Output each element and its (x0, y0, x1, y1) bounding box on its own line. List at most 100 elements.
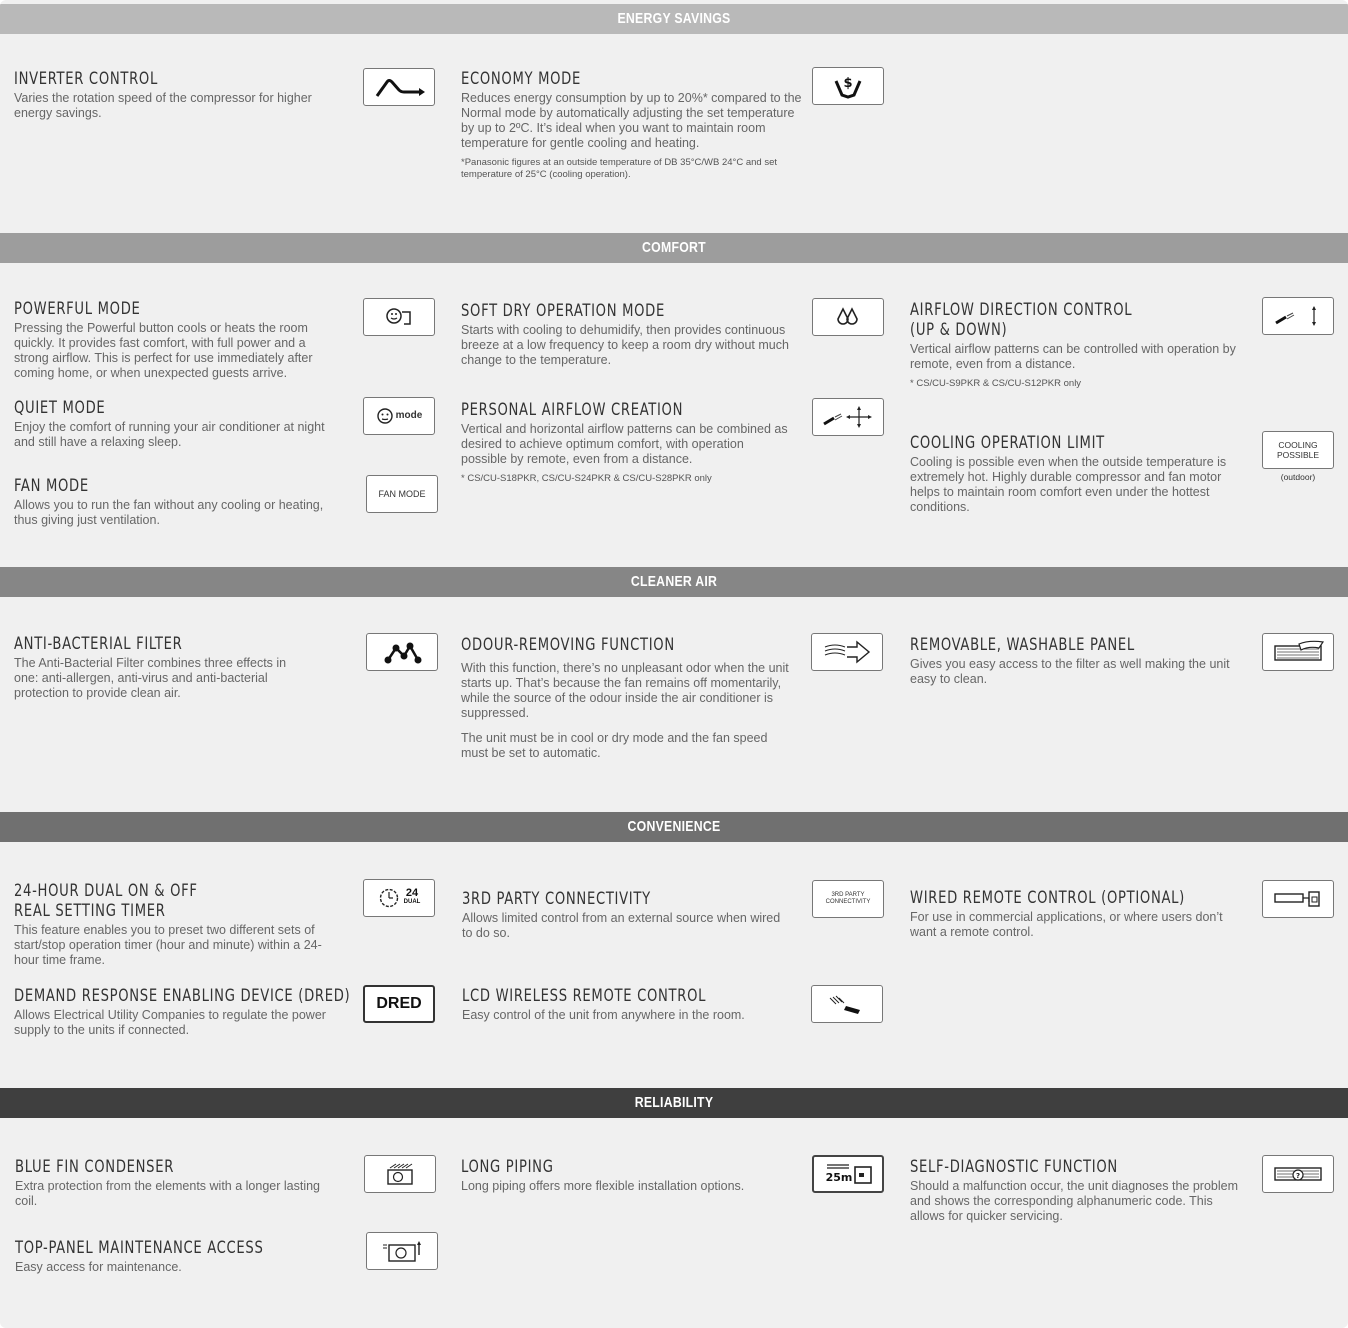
top-panel-icon (366, 1232, 438, 1270)
feature-inverter-control: INVERTER CONTROL Varies the rotation spe… (14, 69, 334, 121)
feature-24hour-timer: 24-HOUR DUAL ON & OFF REAL SETTING TIMER… (14, 881, 344, 968)
feature-title: DEMAND RESPONSE ENABLING DEVICE (DRED) (14, 986, 351, 1006)
droplets-icon (812, 298, 884, 336)
odour-arrow-icon (811, 633, 883, 671)
feature-soft-dry-mode: SOFT DRY OPERATION MODE Starts with cool… (461, 301, 791, 368)
feature-anti-bacterial-filter: ANTI-BACTERIAL FILTER The Anti-Bacterial… (14, 634, 304, 701)
feature-footnote: *Panasonic figures at an outside tempera… (461, 157, 777, 180)
feature-long-piping: LONG PIPING Long piping offers more flex… (461, 1157, 791, 1194)
svg-text:$: $ (843, 76, 852, 91)
feature-description: Reduces energy consumption by up to 20%*… (461, 91, 802, 150)
feature-title: ANTI-BACTERIAL FILTER (14, 634, 183, 654)
hand-dollar-icon: $ (812, 67, 884, 105)
feature-title: BLUE FIN CONDENSER (15, 1157, 175, 1177)
feature-airflow-direction: AIRFLOW DIRECTION CONTROL (UP & DOWN) Ve… (910, 300, 1240, 390)
feature-description: Extra protection from the elements with … (15, 1179, 321, 1208)
feature-dred: DEMAND RESPONSE ENABLING DEVICE (DRED) A… (14, 986, 354, 1038)
3rd-party-icon: 3RD PARTY CONNECTIVITY (812, 880, 884, 918)
feature-description: This feature enables you to preset two d… (14, 923, 322, 967)
feature-title: WIRED REMOTE CONTROL (OPTIONAL) (910, 888, 1185, 908)
quiet-mode-icon: mode (363, 397, 435, 435)
wireless-remote-icon (811, 985, 883, 1023)
feature-title: QUIET MODE (14, 398, 106, 418)
powerful-face-icon (363, 298, 435, 336)
feature-description: Vertical and horizontal airflow patterns… (461, 422, 788, 466)
feature-title: AIRFLOW DIRECTION CONTROL (910, 300, 1133, 320)
feature-description-2: The unit must be in cool or dry mode and… (461, 731, 768, 760)
airflow-cross-icon (812, 398, 884, 436)
feature-top-panel-access: TOP-PANEL MAINTENANCE ACCESS Easy access… (15, 1238, 335, 1275)
feature-title: 3RD PARTY CONNECTIVITY (462, 889, 651, 909)
fan-mode-icon: FAN MODE (366, 475, 438, 513)
feature-wired-remote: WIRED REMOTE CONTROL (OPTIONAL) For use … (910, 888, 1240, 940)
section-band-convenience: CONVENIENCE (0, 812, 1348, 842)
feature-footnote: * CS/CU-S18PKR, CS/CU-S24PKR & CS/CU-S28… (461, 473, 712, 484)
feature-description: Long piping offers more flexible install… (461, 1179, 745, 1193)
condenser-icon (364, 1155, 436, 1193)
feature-title: POWERFUL MODE (14, 299, 141, 319)
feature-sheet: ENERGY SAVINGS COMFORT CLEANER AIR CONVE… (0, 0, 1348, 1328)
feature-description: Allows limited control from an external … (462, 911, 781, 940)
section-band-cleaner-air: CLEANER AIR (0, 567, 1348, 597)
airflow-updown-icon (1262, 297, 1334, 335)
feature-title: ECONOMY MODE (461, 69, 581, 89)
feature-description: For use in commercial applications, or w… (910, 910, 1223, 939)
section-band-comfort: COMFORT (0, 233, 1348, 263)
cooling-possible-sub: (outdoor) (1280, 472, 1316, 482)
feature-self-diagnostic: SELF-DIAGNOSTIC FUNCTION Should a malfun… (910, 1157, 1240, 1224)
feature-description: Easy control of the unit from anywhere i… (462, 1008, 745, 1022)
feature-3rd-party-connectivity: 3RD PARTY CONNECTIVITY Allows limited co… (462, 889, 792, 941)
feature-blue-fin-condenser: BLUE FIN CONDENSER Extra protection from… (15, 1157, 335, 1209)
feature-description: Cooling is possible even when the outsid… (910, 455, 1227, 514)
feature-description: Pressing the Powerful button cools or he… (14, 321, 313, 380)
feature-title-line2: (UP & DOWN) (910, 320, 1008, 340)
feature-description: Vertical airflow patterns can be control… (910, 342, 1236, 371)
feature-description: Gives you easy access to the filter as w… (910, 657, 1230, 686)
molecule-icon (366, 633, 438, 671)
feature-description: Enjoy the comfort of running your air co… (14, 420, 325, 449)
feature-powerful-mode: POWERFUL MODE Pressing the Powerful butt… (14, 299, 340, 381)
washable-panel-icon (1262, 633, 1334, 671)
feature-title: INVERTER CONTROL (14, 69, 158, 89)
feature-title: LCD WIRELESS REMOTE CONTROL (462, 986, 707, 1006)
feature-title: FAN MODE (14, 476, 89, 496)
cooling-possible-icon: COOLING POSSIBLE (1262, 431, 1334, 469)
svg-text:25m: 25m (826, 1171, 853, 1184)
feature-title: TOP-PANEL MAINTENANCE ACCESS (15, 1238, 264, 1258)
feature-description: Allows Electrical Utility Companies to r… (14, 1008, 326, 1037)
feature-cooling-operation-limit: COOLING OPERATION LIMIT Cooling is possi… (910, 433, 1240, 515)
feature-fan-mode: FAN MODE Allows you to run the fan witho… (14, 476, 340, 528)
feature-description: Starts with cooling to dehumidify, then … (461, 323, 789, 367)
feature-description: Should a malfunction occur, the unit dia… (910, 1179, 1238, 1223)
feature-title: SOFT DRY OPERATION MODE (461, 301, 665, 321)
feature-description: With this function, there’s no unpleasan… (461, 661, 789, 720)
feature-description: Varies the rotation speed of the compres… (14, 91, 312, 120)
feature-washable-panel: REMOVABLE, WASHABLE PANEL Gives you easy… (910, 635, 1240, 687)
feature-lcd-wireless-remote: LCD WIRELESS REMOTE CONTROL Easy control… (462, 986, 792, 1023)
feature-description: Allows you to run the fan without any co… (14, 498, 324, 527)
feature-quiet-mode: QUIET MODE Enjoy the comfort of running … (14, 398, 340, 450)
diagnostic-icon: ? (1262, 1155, 1334, 1193)
section-band-energy-savings: ENERGY SAVINGS (0, 4, 1348, 34)
feature-odour-removing: ODOUR-REMOVING FUNCTION With this functi… (461, 635, 791, 761)
svg-text:?: ? (1296, 1172, 1300, 1180)
feature-title: REMOVABLE, WASHABLE PANEL (910, 635, 1135, 655)
feature-personal-airflow: PERSONAL AIRFLOW CREATION Vertical and h… (461, 400, 791, 485)
feature-footnote: * CS/CU-S9PKR & CS/CU-S12PKR only (910, 378, 1082, 389)
section-band-reliability: RELIABILITY (0, 1088, 1348, 1118)
long-piping-icon: 25m (812, 1155, 884, 1193)
feature-title: ODOUR-REMOVING FUNCTION (461, 635, 675, 655)
inverter-wave-icon (363, 68, 435, 106)
feature-economy-mode: ECONOMY MODE Reduces energy consumption … (461, 69, 806, 181)
feature-title: 24-HOUR DUAL ON & OFF (14, 881, 198, 901)
feature-title-line2: REAL SETTING TIMER (14, 901, 166, 921)
feature-title: LONG PIPING (461, 1157, 554, 1177)
feature-description: The Anti-Bacterial Filter combines three… (14, 656, 287, 700)
feature-title: PERSONAL AIRFLOW CREATION (461, 400, 684, 420)
dred-icon: DRED (363, 985, 435, 1023)
feature-description: Easy access for maintenance. (15, 1260, 182, 1274)
feature-title: COOLING OPERATION LIMIT (910, 433, 1105, 453)
feature-title: SELF-DIAGNOSTIC FUNCTION (910, 1157, 1118, 1177)
wired-remote-icon (1262, 880, 1334, 918)
clock-dual-icon: 24 DUAL (363, 879, 435, 917)
